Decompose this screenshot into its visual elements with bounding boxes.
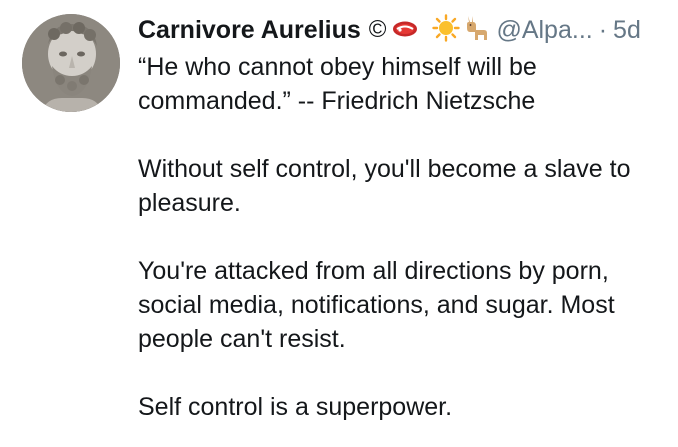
tweet-paragraph-superpower: Self control is a superpower. [138,390,674,424]
tweet-paragraph-quote: “He who cannot obey himself will be comm… [138,50,674,118]
tweet-text: “He who cannot obey himself will be comm… [138,50,674,424]
sun-emoji-icon [432,13,461,47]
tweet-paragraph-self-control: Without self control, you'll become a sl… [138,152,674,220]
tweet-paragraph-attacked: You're attacked from all directions by p… [138,254,674,356]
tweet-text-line: “He who cannot obey himself will be [138,53,537,81]
tweet-text-line: Without self control, you'll become a sl… [138,155,631,183]
copyright-icon: © [368,16,387,43]
avatar[interactable] [22,14,120,112]
tweet-timestamp[interactable]: 5d [613,10,641,50]
tweet-text-line: people can't resist. [138,325,346,353]
author-handle[interactable]: @Alpa... [496,10,592,50]
marcus-aurelius-bust-icon [22,14,120,112]
tweet-text-line: social media, notifications, and sugar. … [138,291,615,319]
tweet[interactable]: Carnivore Aurelius © @Alpa... · 5d “He w… [0,0,678,447]
tweet-text-line: pleasure. [138,189,241,217]
tweet-text-line: You're attacked from all directions by p… [138,257,609,285]
tweet-header: Carnivore Aurelius © @Alpa... · 5d [138,10,674,50]
header-separator: · [598,16,608,44]
steak-emoji-icon [392,18,418,43]
llama-emoji-icon [464,14,488,47]
tweet-content: Carnivore Aurelius © @Alpa... · 5d “He w… [138,10,674,424]
tweet-text-line: commanded.” -- Friedrich Nietzsche [138,87,536,115]
display-name[interactable]: Carnivore Aurelius [138,10,361,50]
tweet-text-line: Self control is a superpower. [138,393,453,421]
